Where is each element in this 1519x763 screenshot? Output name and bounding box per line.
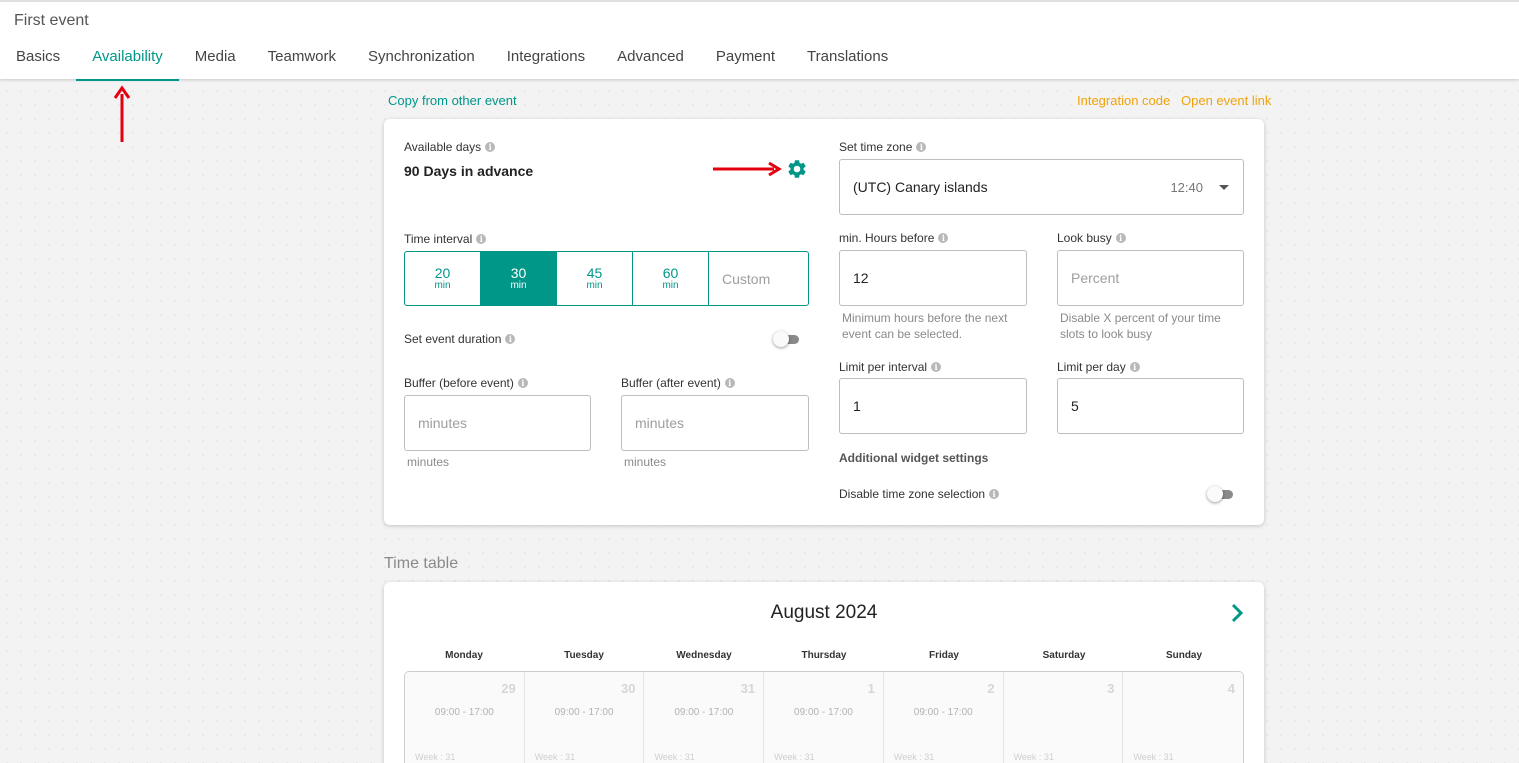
disable-time-zone-label: Disable time zone selection i bbox=[839, 487, 1000, 501]
interval-20-button[interactable]: 20 min bbox=[405, 252, 481, 305]
info-icon[interactable]: i bbox=[724, 378, 735, 388]
available-days-value: 90 Days in advance bbox=[404, 163, 534, 179]
buffer-before-label: Buffer (before event) i bbox=[404, 376, 528, 390]
tab-basics[interactable]: Basics bbox=[0, 46, 76, 81]
disable-time-zone-toggle[interactable] bbox=[1207, 486, 1235, 502]
limit-interval-input[interactable]: 1 bbox=[839, 378, 1027, 434]
calendar-day[interactable]: 4 Week : 31 bbox=[1123, 672, 1243, 763]
limit-day-label: Limit per day i bbox=[1057, 360, 1140, 374]
min-hours-input[interactable]: 12 bbox=[839, 250, 1027, 306]
look-busy-label: Look busy i bbox=[1057, 231, 1126, 245]
gear-icon[interactable] bbox=[786, 158, 808, 180]
info-icon[interactable]: i bbox=[485, 142, 496, 152]
info-icon[interactable]: i bbox=[1129, 362, 1140, 372]
event-duration-label: Set event duration i bbox=[404, 332, 516, 346]
calendar-day[interactable]: 2 09:00 - 17:00 Week : 31 bbox=[883, 672, 1004, 763]
tab-translations[interactable]: Translations bbox=[791, 46, 904, 81]
info-icon[interactable]: i bbox=[476, 234, 487, 244]
integration-code-link[interactable]: Integration code bbox=[1077, 93, 1170, 108]
calendar-card: August 2024 Monday Tuesday Wednesday Thu… bbox=[384, 582, 1264, 763]
weekday-thursday: Thursday bbox=[801, 650, 847, 661]
time-interval-selector: 20 min 30 min 45 min 60 min Custom bbox=[404, 251, 809, 306]
info-icon[interactable]: i bbox=[505, 334, 516, 344]
weekday-tuesday: Tuesday bbox=[564, 650, 604, 661]
weekday-saturday: Saturday bbox=[1042, 650, 1086, 661]
calendar-grid: 29 09:00 - 17:00 Week : 31 30 09:00 - 17… bbox=[404, 671, 1244, 763]
weekday-monday: Monday bbox=[445, 650, 483, 661]
info-icon[interactable]: i bbox=[931, 362, 942, 372]
calendar-month: August 2024 bbox=[770, 602, 878, 623]
tab-media[interactable]: Media bbox=[179, 46, 252, 81]
tab-teamwork[interactable]: Teamwork bbox=[252, 46, 352, 81]
interval-45-button[interactable]: 45 min bbox=[557, 252, 633, 305]
annotation-arrow-up-icon bbox=[113, 85, 131, 142]
tab-synchronization[interactable]: Synchronization bbox=[352, 46, 491, 81]
calendar-day[interactable]: 3 Week : 31 bbox=[1003, 672, 1124, 763]
tab-availability[interactable]: Availability bbox=[76, 46, 179, 81]
buffer-after-help: minutes bbox=[624, 455, 667, 469]
buffer-after-input[interactable]: minutes bbox=[621, 395, 809, 451]
buffer-after-label: Buffer (after event) i bbox=[621, 376, 735, 390]
min-hours-help: Minimum hours before the next event can … bbox=[842, 311, 1008, 341]
look-busy-help: Disable X percent of your time slots to … bbox=[1060, 311, 1221, 341]
look-busy-input[interactable]: Percent bbox=[1057, 250, 1244, 306]
limit-interval-label: Limit per interval i bbox=[839, 360, 942, 374]
tab-integrations[interactable]: Integrations bbox=[491, 46, 601, 81]
time-interval-label: Time interval i bbox=[404, 232, 487, 246]
event-duration-toggle[interactable] bbox=[773, 331, 801, 347]
interval-30-button[interactable]: 30 min bbox=[481, 252, 557, 305]
info-icon[interactable]: i bbox=[916, 142, 927, 152]
time-zone-label: Set time zone i bbox=[839, 140, 927, 154]
widget-settings-title: Additional widget settings bbox=[839, 451, 989, 465]
weekday-wednesday: Wednesday bbox=[676, 650, 732, 661]
weekday-friday: Friday bbox=[928, 650, 959, 661]
calendar-day[interactable]: 31 09:00 - 17:00 Week : 31 bbox=[644, 672, 765, 763]
tab-advanced[interactable]: Advanced bbox=[601, 46, 700, 81]
event-header: First event Basics Availability Media Te… bbox=[0, 0, 1519, 81]
copy-from-other-event-link[interactable]: Copy from other event bbox=[388, 93, 517, 108]
annotation-arrow-right-icon bbox=[713, 161, 782, 177]
tab-payment[interactable]: Payment bbox=[700, 46, 791, 81]
info-icon[interactable]: i bbox=[989, 489, 1000, 499]
calendar-day[interactable]: 1 09:00 - 17:00 Week : 31 bbox=[764, 672, 884, 763]
custom-interval-input[interactable]: Custom bbox=[709, 252, 808, 305]
availability-settings-card: Available days i 90 Days in advance Time… bbox=[384, 119, 1264, 525]
buffer-before-help: minutes bbox=[407, 455, 450, 469]
open-event-link[interactable]: Open event link bbox=[1181, 93, 1271, 108]
buffer-before-input[interactable]: minutes bbox=[404, 395, 591, 451]
chevron-right-icon[interactable] bbox=[1230, 602, 1244, 630]
min-hours-label: min. Hours before i bbox=[839, 231, 949, 245]
info-icon[interactable]: i bbox=[1115, 233, 1126, 243]
calendar-day[interactable]: 29 09:00 - 17:00 Week : 31 bbox=[405, 672, 525, 763]
event-title: First event bbox=[14, 12, 89, 29]
available-days-label: Available days i bbox=[404, 140, 496, 154]
limit-day-input[interactable]: 5 bbox=[1057, 378, 1244, 434]
time-zone-current-time: 12:40 bbox=[1170, 179, 1203, 195]
caret-down-icon bbox=[1219, 185, 1229, 190]
time-table-title: Time table bbox=[384, 555, 459, 572]
interval-60-button[interactable]: 60 min bbox=[633, 252, 709, 305]
tab-bar: Basics Availability Media Teamwork Synch… bbox=[0, 46, 904, 81]
weekday-sunday: Sunday bbox=[1165, 650, 1203, 661]
info-icon[interactable]: i bbox=[938, 233, 949, 243]
calendar-day[interactable]: 30 09:00 - 17:00 Week : 31 bbox=[524, 672, 645, 763]
time-zone-select[interactable]: (UTC) Canary islands 12:40 bbox=[839, 159, 1244, 215]
info-icon[interactable]: i bbox=[517, 378, 528, 388]
